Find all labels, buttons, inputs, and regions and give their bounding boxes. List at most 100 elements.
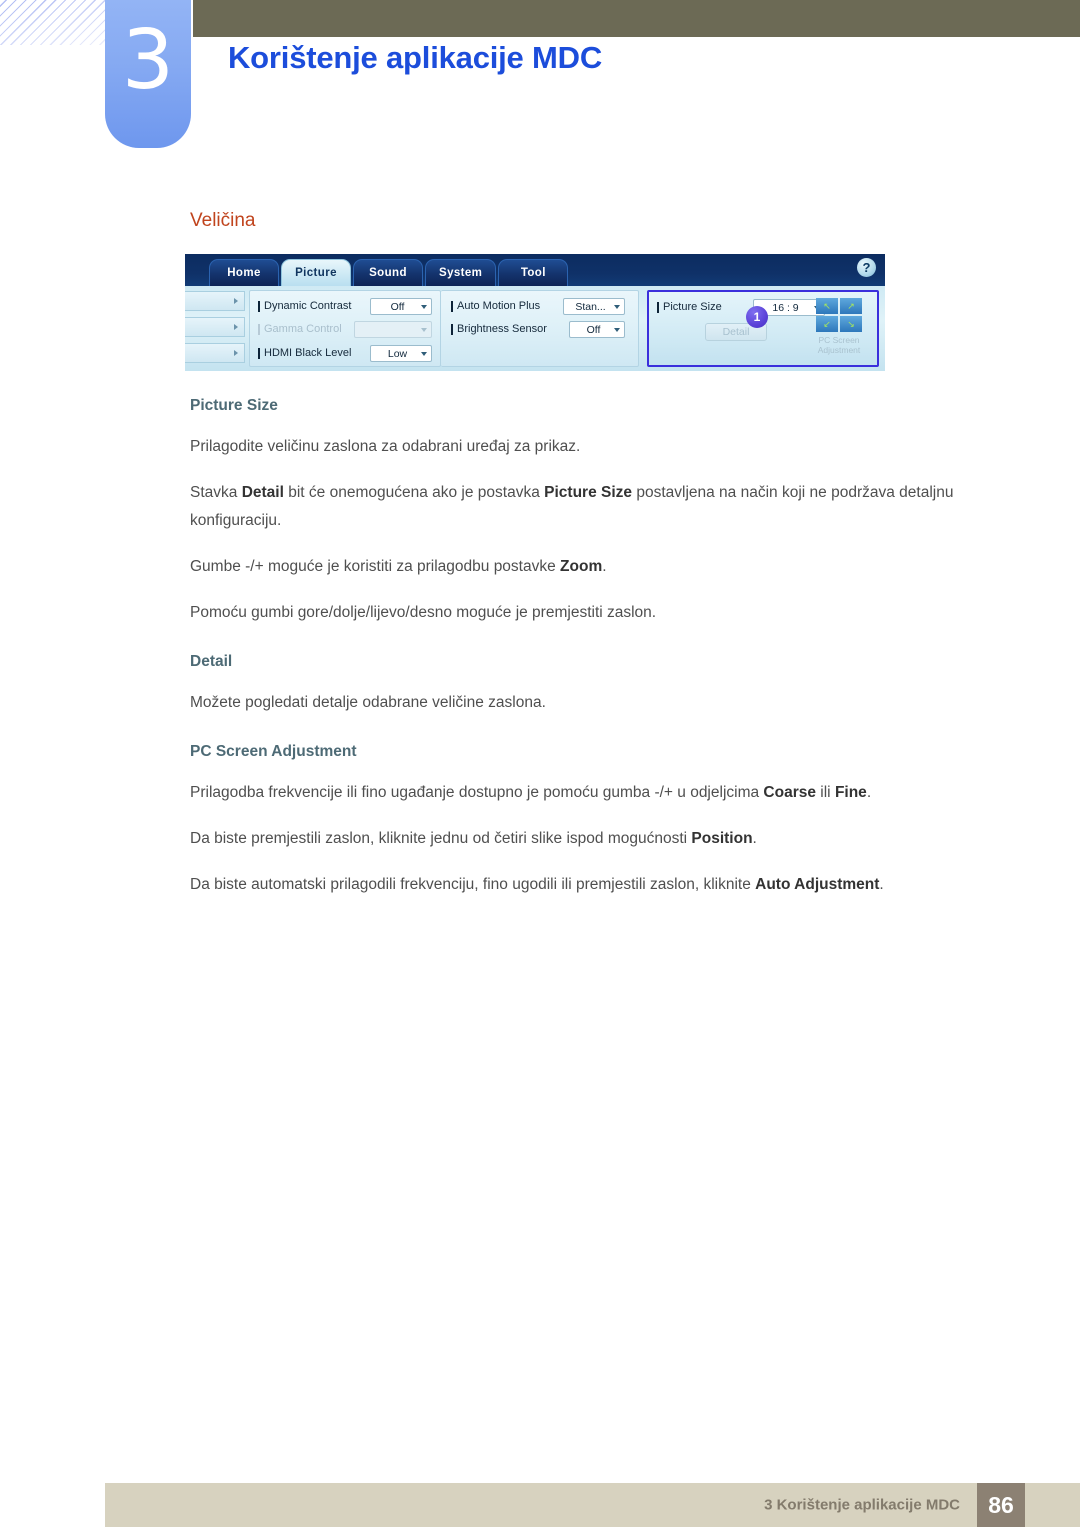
content-area: Veličina Home Picture Sound System Tool … bbox=[185, 210, 990, 899]
text-seg: Stavka bbox=[190, 484, 242, 501]
text-seg: Da biste automatski prilagodili frekvenc… bbox=[190, 876, 756, 893]
combo-hdmi-black-level[interactable]: Low bbox=[370, 345, 432, 362]
tab-sound[interactable]: Sound bbox=[353, 259, 423, 286]
field-label-brightness-sensor: Brightness Sensor bbox=[457, 323, 547, 335]
left-stub-1[interactable] bbox=[185, 291, 245, 311]
mdc-tab-list: Home Picture Sound System Tool bbox=[209, 259, 569, 286]
page-footer: 3 Korištenje aplikacije MDC 86 bbox=[105, 1483, 1080, 1527]
mdc-application-screenshot: Home Picture Sound System Tool ? Dynamic… bbox=[185, 254, 885, 371]
chevron-down-icon bbox=[421, 351, 427, 356]
field-marker-icon bbox=[451, 323, 453, 335]
combo-value-hdmi-black-level: Low bbox=[387, 347, 408, 360]
chevron-down-icon bbox=[421, 327, 427, 332]
heading-picture-size: Picture Size bbox=[190, 397, 278, 414]
field-marker-icon bbox=[657, 301, 659, 313]
combo-gamma-control bbox=[354, 321, 432, 338]
text-seg: Prilagodba frekvencije ili fino ugađanje… bbox=[190, 784, 764, 801]
footer-page-number: 86 bbox=[977, 1483, 1025, 1527]
pcsa-label-line1: PC Screen bbox=[818, 335, 860, 345]
left-stub-3[interactable] bbox=[185, 343, 245, 363]
left-stub-2[interactable] bbox=[185, 317, 245, 337]
position-arrow-down-left-icon[interactable]: ↙ bbox=[816, 316, 838, 332]
chapter-number: 3 bbox=[121, 13, 175, 108]
combo-value-picture-size: 16 : 9 bbox=[772, 301, 799, 314]
field-hdmi-black-level: HDMI Black Level bbox=[258, 347, 351, 359]
position-arrow-up-right-icon[interactable]: ↗ bbox=[840, 298, 862, 314]
combo-dynamic-contrast[interactable]: Off bbox=[370, 298, 432, 315]
field-dynamic-contrast: Dynamic Contrast bbox=[258, 300, 351, 312]
text-seg: Da biste premjestili zaslon, kliknite je… bbox=[190, 830, 692, 847]
position-arrow-grid[interactable]: ↖ ↗ ↙ ↘ bbox=[816, 298, 862, 332]
text-seg: . bbox=[752, 830, 757, 847]
chevron-down-icon bbox=[614, 304, 620, 309]
field-label-dynamic-contrast: Dynamic Contrast bbox=[264, 300, 352, 312]
combo-value-dynamic-contrast: Off bbox=[390, 300, 405, 313]
footer-chapter-label: 3 Korištenje aplikacije MDC bbox=[764, 1496, 960, 1514]
field-brightness-sensor: Brightness Sensor bbox=[451, 323, 547, 335]
position-arrow-down-right-icon[interactable]: ↘ bbox=[840, 316, 862, 332]
text-seg: ili bbox=[815, 784, 835, 801]
position-arrow-up-left-icon[interactable]: ↖ bbox=[816, 298, 838, 314]
text-seg: . bbox=[866, 784, 872, 801]
field-label-picture-size: Picture Size bbox=[663, 301, 722, 313]
combo-brightness-sensor[interactable]: Off bbox=[569, 321, 625, 338]
pc-screen-adjustment-label: PC Screen Adjustment bbox=[809, 335, 869, 355]
tab-picture[interactable]: Picture bbox=[281, 259, 351, 286]
paragraph-position: Da biste premjestili zaslon, kliknite je… bbox=[190, 825, 990, 853]
field-gamma-control: Gamma Control bbox=[258, 323, 342, 335]
heading-pc-screen-adjustment: PC Screen Adjustment bbox=[190, 743, 357, 760]
picture-size-highlight-panel: Picture Size 16 : 9 Detail ↖ ↗ ↙ ↘ PC Sc… bbox=[647, 290, 879, 367]
tab-system[interactable]: System bbox=[425, 259, 497, 286]
paragraph-auto-adjustment: Da biste automatski prilagodili frekvenc… bbox=[190, 871, 990, 899]
picture-settings-panel-b: Auto Motion Plus Stan... Brightness Sens… bbox=[441, 290, 639, 367]
chevron-right-icon bbox=[234, 298, 238, 304]
field-picture-size: Picture Size bbox=[657, 301, 722, 313]
paragraph-detail-disabled: Stavka Detail bit će onemogućena ako je … bbox=[190, 479, 990, 535]
picture-settings-panel-a: Dynamic Contrast Off Gamma Control HDMI … bbox=[249, 290, 441, 367]
text-seg: Gumbe -/+ moguće je koristiti za prilago… bbox=[190, 558, 561, 575]
help-icon[interactable]: ? bbox=[857, 258, 876, 277]
callout-badge-1: 1 bbox=[746, 306, 768, 328]
combo-value-brightness-sensor: Off bbox=[586, 323, 601, 336]
combo-auto-motion-plus[interactable]: Stan... bbox=[563, 298, 625, 315]
mdc-tab-bar: Home Picture Sound System Tool ? bbox=[185, 254, 885, 286]
paragraph-picture-size-desc: Prilagodite veličinu zaslona za odabrani… bbox=[190, 438, 581, 455]
chevron-right-icon bbox=[234, 350, 238, 356]
field-marker-icon bbox=[258, 323, 260, 335]
text-bold-detail: Detail bbox=[241, 484, 284, 501]
header-olive-bar bbox=[193, 0, 1080, 37]
document-page: 3 Korištenje aplikacije MDC Veličina Hom… bbox=[0, 0, 1080, 1527]
section-title: Veličina bbox=[190, 210, 256, 231]
chevron-down-icon bbox=[421, 304, 427, 309]
text-seg: . bbox=[879, 876, 884, 893]
text-bold-auto-adjustment: Auto Adjustment bbox=[755, 876, 880, 893]
field-label-gamma-control: Gamma Control bbox=[264, 323, 342, 335]
paragraph-move-screen: Pomoću gumbi gore/dolje/lijevo/desno mog… bbox=[190, 604, 657, 621]
tab-home[interactable]: Home bbox=[209, 259, 279, 286]
text-bold-position: Position bbox=[691, 830, 753, 847]
left-clipped-panel bbox=[185, 291, 245, 369]
text-bold-zoom: Zoom bbox=[560, 558, 603, 575]
tab-tool[interactable]: Tool bbox=[498, 259, 569, 286]
text-bold-coarse: Coarse bbox=[763, 784, 816, 801]
page-title: Korištenje aplikacije MDC bbox=[228, 40, 603, 75]
field-marker-icon bbox=[258, 347, 260, 359]
paragraph-coarse-fine: Prilagodba frekvencije ili fino ugađanje… bbox=[190, 779, 990, 807]
field-label-auto-motion-plus: Auto Motion Plus bbox=[457, 300, 541, 312]
text-bold-picture-size: Picture Size bbox=[544, 484, 633, 501]
paragraph-zoom: Gumbe -/+ moguće je koristiti za prilago… bbox=[190, 553, 990, 581]
field-marker-icon bbox=[258, 300, 260, 312]
pcsa-label-line2: Adjustment bbox=[817, 345, 861, 355]
field-auto-motion-plus: Auto Motion Plus bbox=[451, 300, 540, 312]
mdc-toolbar-body: Dynamic Contrast Off Gamma Control HDMI … bbox=[185, 286, 885, 371]
pc-screen-adjustment-control[interactable]: ↖ ↗ ↙ ↘ PC Screen Adjustment bbox=[809, 298, 869, 355]
heading-detail: Detail bbox=[190, 653, 233, 670]
text-bold-fine: Fine bbox=[834, 784, 867, 801]
chevron-right-icon bbox=[234, 324, 238, 330]
combo-value-auto-motion-plus: Stan... bbox=[575, 300, 606, 313]
paragraph-detail-desc: Možete pogledati detalje odabrane veliči… bbox=[190, 694, 546, 711]
chevron-down-icon bbox=[614, 327, 620, 332]
field-marker-icon bbox=[451, 300, 453, 312]
text-seg: bit će onemogućena ako je postavka bbox=[283, 484, 545, 501]
text-seg: . bbox=[602, 558, 607, 575]
